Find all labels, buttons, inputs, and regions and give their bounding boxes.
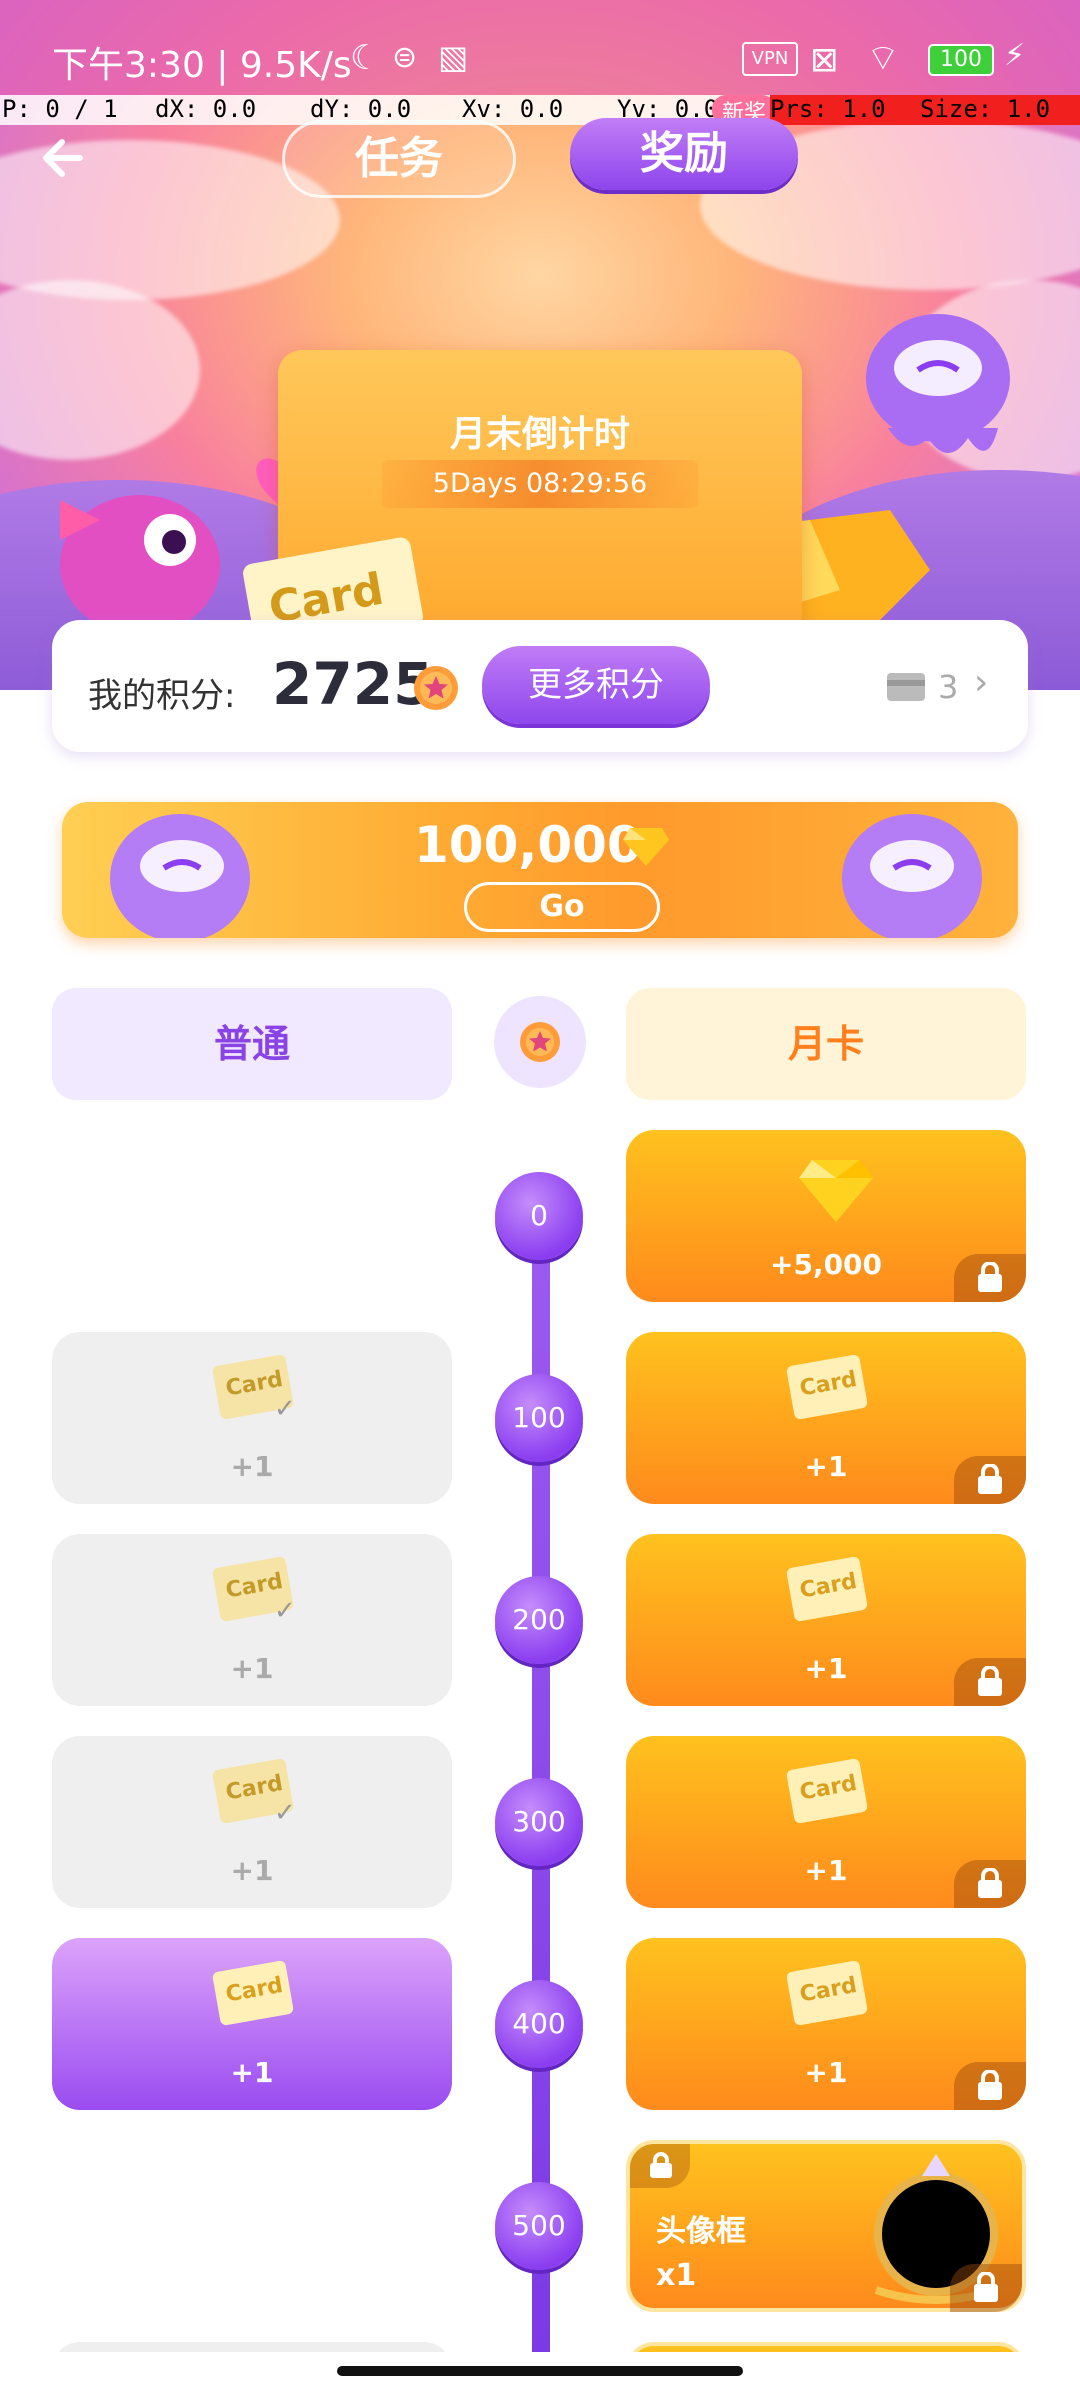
lock-icon — [978, 1464, 1002, 1494]
wifi-icon: ⌔ — [866, 38, 900, 79]
lock-badge — [954, 1456, 1026, 1504]
lock-icon — [978, 1262, 1002, 1292]
reward-amount: +1 — [230, 2056, 274, 2089]
lock-badge — [950, 2264, 1022, 2312]
card-icon-text: Card — [797, 1568, 859, 1604]
checkmark-icon: ✓ — [274, 1394, 296, 1424]
avatar-frame-label: 头像框 — [656, 2214, 746, 2249]
moon-icon: ☾ — [350, 38, 381, 78]
lock-icon — [974, 2272, 998, 2302]
reward-amount: x1 — [656, 2258, 697, 2293]
column-header-coin — [494, 996, 586, 1088]
debug-dx: dX: 0.0 — [155, 95, 257, 123]
charging-icon: ⚡ — [1004, 38, 1026, 73]
go-button[interactable]: Go — [464, 882, 660, 932]
countdown-card: 月末倒计时 5Days 08:29:56 Card — [241, 350, 802, 655]
debug-dy: dY: 0.0 — [310, 95, 412, 123]
card-icon-text: Card — [223, 1972, 285, 2008]
tier-node: 500 — [495, 2182, 583, 2270]
card-icon: Card — [785, 1959, 869, 2027]
lock-icon — [978, 1666, 1002, 1696]
column-header-month-card: 月卡 — [626, 988, 1026, 1100]
checkmark-icon: ✓ — [274, 1596, 296, 1626]
lock-icon — [650, 2152, 672, 2178]
status-time-speed: 下午3:30 | 9.5K/s — [52, 45, 352, 86]
battery-icon: 100 — [928, 44, 994, 76]
lock-badge — [954, 1658, 1026, 1706]
vpn-icon: VPN — [742, 42, 798, 76]
countdown-timer: 5Days 08:29:56 — [382, 460, 698, 508]
sim-icon: ⊜ — [392, 40, 418, 75]
star-coin-icon — [414, 666, 458, 710]
card-icon-text: Card — [797, 1972, 859, 2008]
image-icon: ▧ — [438, 38, 469, 76]
card-icon: Card — [785, 1555, 869, 1623]
column-header-normal: 普通 — [52, 988, 452, 1100]
lock-badge — [954, 1860, 1026, 1908]
card-icon: Card — [785, 1353, 869, 1421]
nav-bar — [0, 2352, 1080, 2400]
no-sim-icon: ⊠ — [810, 40, 839, 80]
home-indicator[interactable] — [337, 2366, 743, 2376]
countdown-title: 月末倒计时 — [449, 414, 630, 455]
normal-reward-tile[interactable]: Card ✓ +1 — [52, 1534, 452, 1706]
card-icon-text: Card — [797, 1366, 859, 1402]
checkmark-icon: ✓ — [274, 1798, 296, 1828]
month-reward-tile[interactable]: Card +1 — [626, 1736, 1026, 1908]
diamond-icon — [799, 1160, 873, 1222]
pointer-debug-bar: P: 0 / 1 dX: 0.0 dY: 0.0 Xv: 0.0 Yv: 0.0… — [0, 95, 1080, 126]
card-icon: Card — [785, 1757, 869, 1825]
banner-amount: 100,000 — [414, 816, 642, 874]
mascot-right-illustration — [866, 314, 1010, 453]
tab-reward[interactable]: 奖励 — [570, 118, 798, 190]
lock-icon — [978, 1868, 1002, 1898]
card-count[interactable]: 3 — [938, 668, 958, 706]
back-arrow-icon[interactable] — [36, 130, 92, 186]
points-label: 我的积分: — [88, 676, 236, 716]
normal-reward-tile[interactable]: Card ✓ +1 — [52, 1736, 452, 1908]
normal-reward-tile[interactable]: Card ✓ +1 — [52, 1332, 452, 1504]
reward-amount: +1 — [230, 1450, 274, 1483]
card-wallet-icon — [887, 673, 925, 701]
reward-amount: +1 — [230, 1854, 274, 1887]
tab-task[interactable]: 任务 — [282, 120, 516, 198]
diamond-banner[interactable]: 100,000 Go — [62, 802, 1018, 938]
more-points-button[interactable]: 更多积分 — [482, 646, 710, 724]
normal-reward-tile[interactable]: Card +1 — [52, 1938, 452, 2110]
frame-tag — [630, 2144, 690, 2188]
diamond-icon — [623, 828, 669, 866]
points-value: 2725 — [272, 650, 434, 718]
reward-amount: +1 — [230, 1652, 274, 1685]
debug-size: Size: 1.0 — [920, 95, 1080, 125]
card-icon-text: Card — [797, 1770, 859, 1806]
debug-p: P: 0 / 1 — [2, 95, 118, 123]
tier-node: 200 — [495, 1576, 583, 1664]
points-card: 我的积分: 2725 更多积分 3 › — [52, 620, 1028, 752]
month-reward-tile[interactable]: Card +1 — [626, 1534, 1026, 1706]
tier-node: 100 — [495, 1374, 583, 1462]
month-reward-tile[interactable]: Card +1 — [626, 1332, 1026, 1504]
month-reward-tile[interactable]: +5,000 — [626, 1130, 1026, 1302]
cloud-decoration — [0, 280, 200, 460]
mascot-left-illustration — [60, 495, 220, 635]
month-reward-tile[interactable]: Card +1 — [626, 1938, 1026, 2110]
mascot-banner-right-illustration — [842, 814, 982, 938]
debug-xv: Xv: 0.0 — [462, 95, 564, 123]
chevron-right-icon[interactable]: › — [974, 662, 988, 703]
tier-node: 0 — [495, 1172, 583, 1260]
debug-prs: Prs: 1.0 — [770, 95, 920, 125]
lock-badge — [954, 1254, 1026, 1302]
month-reward-tile-avatar-frame[interactable]: 头像框 x1 — [626, 2140, 1026, 2312]
status-bar: 下午3:30 | 9.5K/s ☾ ⊜ ▧ VPN ⊠ ⌔ 100 ⚡ — [0, 0, 1080, 95]
mascot-banner-left-illustration — [110, 814, 250, 938]
lock-icon — [978, 2070, 1002, 2100]
tier-node: 400 — [495, 1980, 583, 2068]
lock-badge — [954, 2062, 1026, 2110]
tier-node: 300 — [495, 1778, 583, 1866]
card-icon: Card — [211, 1959, 295, 2027]
star-coin-icon — [520, 1022, 560, 1062]
